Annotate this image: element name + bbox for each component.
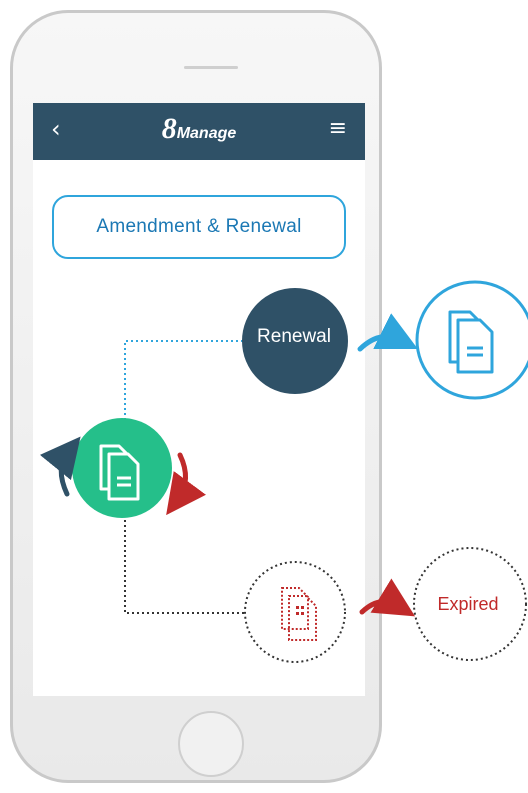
renewal-connector [124,340,244,420]
arrow-right-icon [357,313,418,352]
expired-connector [124,520,246,614]
expiring-document-node [244,561,346,663]
lifecycle-diagram [39,280,528,663]
arrow-right-icon [359,578,416,617]
cycle-arrows-icon [39,436,81,497]
cycle-arrows-icon [166,452,206,516]
expired-label: Expired [437,594,499,614]
renewal-label: Renewal [257,326,331,347]
